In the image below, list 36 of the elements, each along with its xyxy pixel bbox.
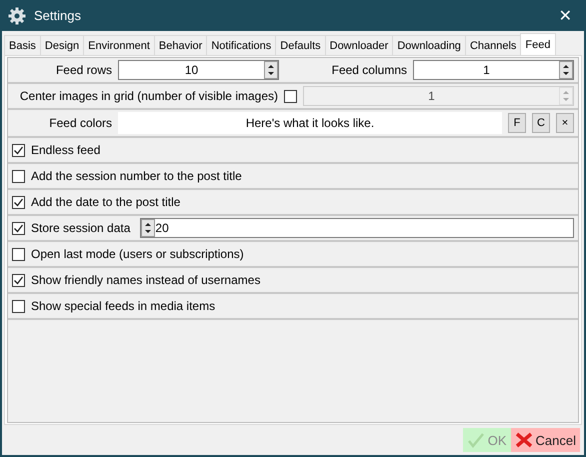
option-label: Store session data (31, 221, 130, 235)
field-label: Feed rows (54, 63, 112, 77)
option-label: Show friendly names instead of usernames (31, 273, 260, 287)
checkbox[interactable] (12, 248, 25, 260)
checkbox[interactable] (12, 274, 25, 286)
checkbox[interactable] (12, 144, 25, 156)
cross-icon (514, 432, 533, 448)
tab[interactable]: Feed (520, 33, 556, 55)
checkmark-icon (466, 432, 485, 448)
color-button[interactable]: × (556, 113, 574, 133)
spin-arrows-icon[interactable] (559, 61, 573, 79)
spin-arrows-icon[interactable] (264, 61, 278, 79)
close-button[interactable]: ✕ (554, 6, 576, 25)
color-button[interactable]: C (532, 113, 550, 133)
number-field[interactable]: 20 (140, 218, 574, 238)
checkbox[interactable] (12, 222, 25, 234)
color-preview: Here's what it looks like. (118, 112, 502, 134)
checkbox[interactable] (12, 300, 25, 312)
checkbox[interactable] (12, 196, 25, 208)
option-label: Open last mode (users or subscriptions) (31, 247, 244, 261)
cancel-button[interactable]: Cancel (510, 428, 580, 452)
field-label: Center images in grid (number of visible images) (18, 89, 278, 103)
tab[interactable]: Basis (4, 35, 41, 55)
option-label: Add the date to the post title (31, 195, 180, 209)
checkbox[interactable] (12, 170, 25, 182)
color-button[interactable]: F (508, 113, 526, 133)
number-field[interactable]: 1 (413, 60, 574, 80)
option-label: Add the session number to the post title (31, 169, 242, 183)
field-label: Feed colors (48, 116, 112, 130)
option-label: Show special feeds in media items (31, 299, 216, 313)
option-label: Endless feed (31, 143, 100, 157)
number-field[interactable]: 10 (118, 60, 279, 80)
spin-arrows-icon[interactable] (141, 219, 156, 237)
field-label: Feed columns (330, 63, 407, 77)
gear-icon (8, 6, 26, 24)
window-title: Settings (34, 8, 82, 23)
